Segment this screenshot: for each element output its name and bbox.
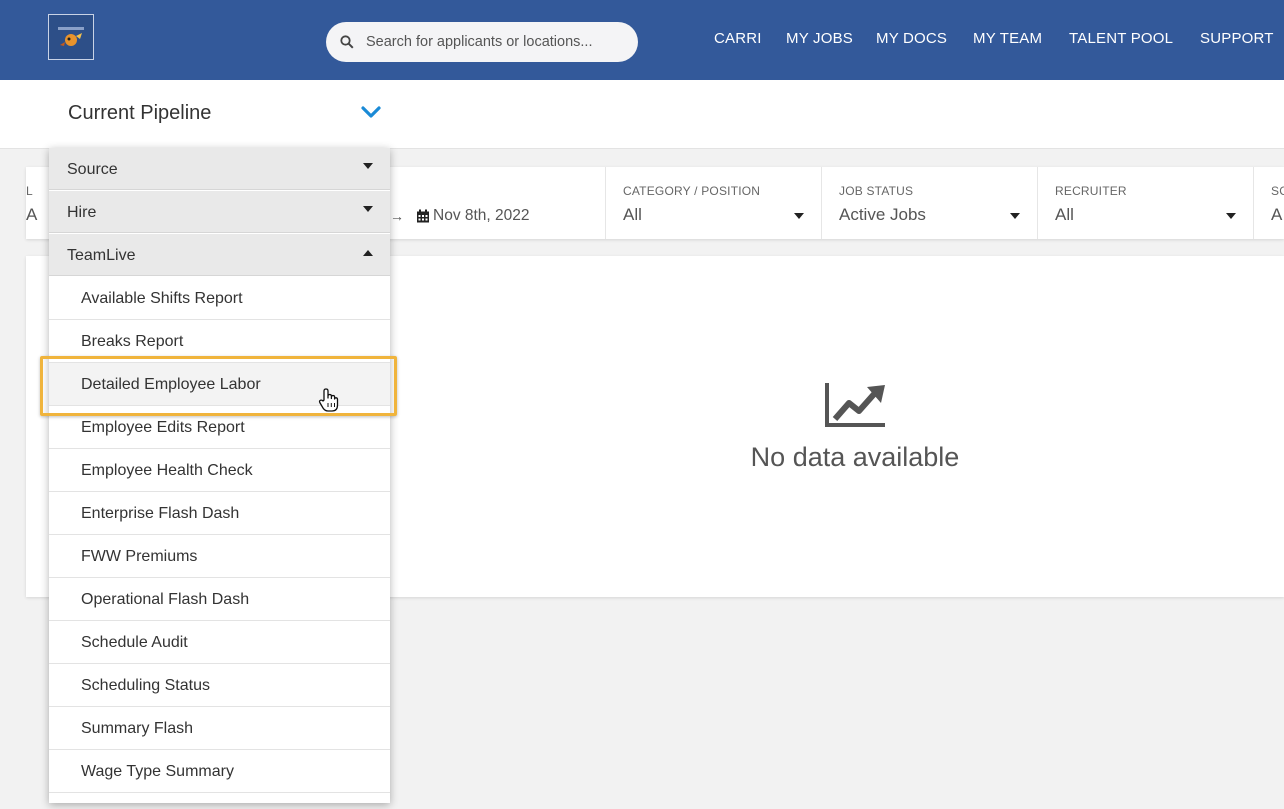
filter-recruiter[interactable]: RECRUITER All: [1037, 167, 1254, 239]
menu-group-label: Hire: [67, 204, 97, 221]
menu-item-label: Schedule Audit: [81, 634, 188, 651]
caret-down-icon: [1226, 213, 1236, 219]
hand-pointer-icon: [318, 388, 339, 412]
menu-group-hire[interactable]: Hire: [49, 191, 390, 233]
highlight-box: [40, 356, 397, 416]
menu-item-label: Employee Edits Report: [81, 419, 245, 436]
menu-item-label: Summary Flash: [81, 720, 194, 737]
menu-item-label: Enterprise Flash Dash: [81, 505, 240, 522]
date-end-value[interactable]: Nov 8th, 2022: [433, 207, 530, 225]
menu-item-scheduling-status[interactable]: Scheduling Status: [49, 664, 390, 707]
top-navbar: CARRI MY JOBS MY DOCS MY TEAM TALENT POO…: [0, 0, 1284, 80]
filter-partial-right-label: SC: [1271, 184, 1284, 198]
menu-item-employee-health-check[interactable]: Employee Health Check: [49, 449, 390, 492]
calendar-icon[interactable]: [416, 209, 430, 223]
menu-item-label: Available Shifts Report: [81, 290, 243, 307]
pipeline-dropdown-menu: Source Hire TeamLive Available Shifts Re…: [49, 148, 390, 803]
menu-item-label: Breaks Report: [81, 333, 184, 350]
filter-job-status-label: JOB STATUS: [839, 184, 914, 198]
pipeline-header: Current Pipeline: [0, 80, 1284, 149]
logo-icon: [58, 27, 84, 46]
menu-item-fww-premiums[interactable]: FWW Premiums: [49, 535, 390, 578]
nav-talent-pool[interactable]: TALENT POOL: [1069, 30, 1173, 47]
menu-item-enterprise-flash-dash[interactable]: Enterprise Flash Dash: [49, 492, 390, 535]
no-data-message: No data available: [750, 442, 960, 472]
company-logo[interactable]: [48, 14, 94, 60]
line-chart-icon: [825, 383, 885, 427]
menu-item-operational-flash-dash[interactable]: Operational Flash Dash: [49, 578, 390, 621]
menu-item-label: Operational Flash Dash: [81, 591, 250, 608]
nav-my-team[interactable]: MY TEAM: [973, 30, 1042, 47]
filter-category-value: All: [623, 205, 642, 224]
menu-item-available-shifts-report[interactable]: Available Shifts Report: [49, 277, 390, 320]
menu-item-wage-type-summary[interactable]: Wage Type Summary: [49, 750, 390, 793]
menu-group-label: Source: [67, 161, 118, 178]
menu-item-label: Employee Health Check: [81, 462, 253, 479]
caret-up-icon: [363, 250, 373, 256]
menu-item-summary-flash[interactable]: Summary Flash: [49, 707, 390, 750]
search-input[interactable]: [364, 33, 618, 51]
search-icon: [340, 35, 354, 49]
pipeline-title[interactable]: Current Pipeline: [68, 102, 211, 125]
caret-down-icon: [1010, 213, 1020, 219]
arrow-right-icon: →: [390, 208, 404, 224]
caret-down-icon: [363, 163, 373, 169]
menu-item-label: Wage Type Summary: [81, 763, 234, 780]
filter-value-partial: A: [26, 205, 38, 224]
menu-group-teamlive[interactable]: TeamLive: [49, 234, 390, 276]
chevron-down-icon[interactable]: [360, 104, 382, 120]
filter-category[interactable]: CATEGORY / POSITION All: [605, 167, 822, 239]
menu-group-label: TeamLive: [67, 247, 136, 264]
filter-partial-right-value: A: [1271, 205, 1283, 224]
menu-group-source[interactable]: Source: [49, 148, 390, 190]
caret-down-icon: [363, 206, 373, 212]
nav-support[interactable]: SUPPORT: [1200, 30, 1274, 47]
search-bar[interactable]: [326, 22, 638, 62]
filter-category-label: CATEGORY / POSITION: [623, 184, 761, 198]
filter-partial-right[interactable]: SC A: [1253, 167, 1284, 239]
nav-carri[interactable]: CARRI: [714, 30, 762, 47]
filter-job-status-value: Active Jobs: [839, 205, 926, 224]
menu-item-label: Scheduling Status: [81, 677, 210, 694]
filter-label-partial: L: [26, 184, 33, 198]
filter-recruiter-label: RECRUITER: [1055, 184, 1127, 198]
nav-my-jobs[interactable]: MY JOBS: [786, 30, 853, 47]
menu-item-schedule-audit[interactable]: Schedule Audit: [49, 621, 390, 664]
menu-item-label: FWW Premiums: [81, 548, 198, 565]
filter-job-status[interactable]: JOB STATUS Active Jobs: [821, 167, 1038, 239]
filter-recruiter-value: All: [1055, 205, 1074, 224]
caret-down-icon: [794, 213, 804, 219]
nav-my-docs[interactable]: MY DOCS: [876, 30, 947, 47]
